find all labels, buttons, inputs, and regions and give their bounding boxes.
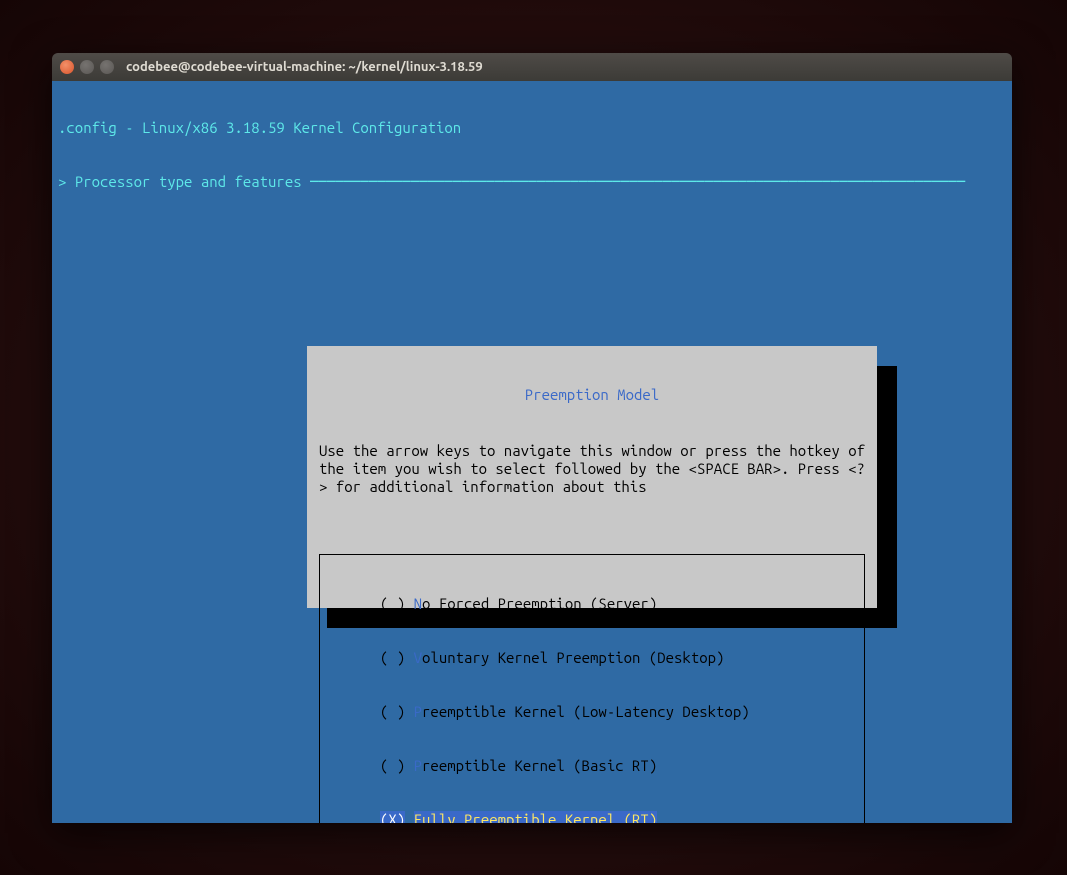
option-label: oluntary Kernel Preemption (Desktop) [422,649,724,666]
option-preemptible-low-latency[interactable]: ( ) Preemptible Kernel (Low-Latency Desk… [320,703,864,721]
dialog-help-text: Use the arrow keys to navigate this wind… [317,442,867,496]
terminal-window: codebee@codebee-virtual-machine: ~/kerne… [52,53,1012,823]
option-hotkey: F [414,811,422,823]
option-hotkey: V [414,649,422,666]
dialog-title: Preemption Model [523,386,661,403]
option-label: reemptible Kernel (Low-Latency Desktop) [422,703,750,720]
option-no-forced-preemption[interactable]: ( ) No Forced Preemption (Server) [320,595,864,613]
option-label: o Forced Preemption (Server) [422,595,657,612]
window-titlebar: codebee@codebee-virtual-machine: ~/kerne… [52,53,1012,81]
breadcrumb-rule: ────────────────────────────────────────… [302,173,966,191]
option-label: reemptible Kernel (Basic RT) [422,757,657,774]
dialog-title-row: Preemption Model [317,386,867,404]
option-preemptible-basic-rt[interactable]: ( ) Preemptible Kernel (Basic RT) [320,757,864,775]
option-hotkey: P [414,757,422,774]
option-hotkey: N [414,595,422,612]
maximize-icon[interactable] [100,60,114,74]
window-title: codebee@codebee-virtual-machine: ~/kerne… [126,60,483,74]
option-hotkey: P [414,703,422,720]
breadcrumb-prefix: > [58,173,75,190]
window-controls [60,60,114,74]
option-fully-preemptible-rt[interactable]: (X) Fully Preemptible Kernel (RT) [320,811,864,823]
minimize-icon[interactable] [80,60,94,74]
breadcrumb-text: Processor type and features [75,173,302,190]
terminal-body[interactable]: .config - Linux/x86 3.18.59 Kernel Confi… [52,81,1012,823]
preemption-dialog: Preemption Model Use the arrow keys to n… [307,346,877,608]
option-voluntary-preemption[interactable]: ( ) Voluntary Kernel Preemption (Desktop… [320,649,864,667]
option-label: ully Preemptible Kernel (RT) [422,811,657,823]
breadcrumb: > Processor type and features ──────────… [52,173,1012,191]
options-box: ( ) No Forced Preemption (Server) ( ) Vo… [319,554,865,823]
close-icon[interactable] [60,60,74,74]
config-header: .config - Linux/x86 3.18.59 Kernel Confi… [52,117,1012,137]
